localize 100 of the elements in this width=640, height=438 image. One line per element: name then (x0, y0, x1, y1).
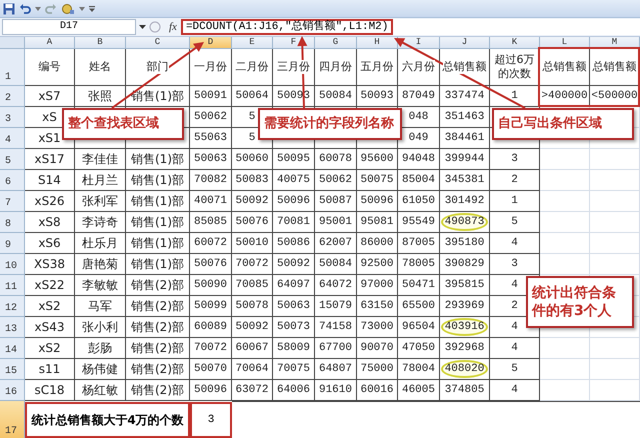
column-header[interactable]: H (357, 37, 398, 49)
tool-icon[interactable] (61, 2, 75, 14)
row-header[interactable]: 10 (0, 254, 25, 275)
table-cell: 403916 (440, 318, 488, 336)
empty-cell (590, 233, 640, 254)
table-cell: 销售(2)部 (131, 382, 184, 398)
column-title: 总销售额 (592, 60, 636, 74)
table-cell: S14 (38, 173, 61, 187)
table-cell: 50070 (194, 363, 227, 375)
table-cell: 74158 (318, 321, 352, 333)
table-cell: 50064 (235, 90, 268, 102)
table-cell: 杜月兰 (82, 172, 118, 188)
table-cell: 67700 (318, 342, 352, 354)
table-cell: 4 (511, 321, 518, 333)
column-header[interactable]: B (75, 37, 126, 49)
table-cell: 73000 (360, 321, 394, 333)
table-cell: 374805 (444, 384, 484, 396)
table-cell: 95600 (360, 153, 394, 165)
table-cell: 3 (511, 153, 518, 165)
table-cell: 5 (248, 111, 256, 123)
table-cell: xS2 (38, 299, 61, 313)
column-header[interactable]: J (440, 37, 490, 49)
table-cell: 64097 (276, 279, 310, 291)
table-cell: 50062 (318, 174, 352, 186)
column-title: 编号 (38, 60, 60, 74)
column-title: 姓名 (89, 60, 111, 74)
row-header[interactable]: 17 (0, 401, 25, 438)
table-cell: 唐艳菊 (82, 256, 118, 272)
column-header[interactable]: C (126, 37, 190, 49)
column-header[interactable]: G (315, 37, 357, 49)
row-header[interactable]: 3 (0, 107, 25, 128)
table-cell: 50093 (360, 90, 394, 102)
table-cell: 70064 (235, 363, 268, 375)
table-cell: 50060 (235, 153, 268, 165)
table-cell: 5 (511, 216, 518, 228)
table-cell: 64006 (276, 384, 310, 396)
table-cell: 70082 (194, 174, 227, 186)
table-cell: 李诗奇 (82, 214, 118, 230)
name-box[interactable]: D17 (2, 19, 136, 35)
table-cell: 50078 (235, 300, 268, 312)
table-cell: 50076 (235, 216, 268, 228)
table-cell: 90070 (360, 342, 394, 354)
row-header[interactable]: 16 (0, 380, 25, 401)
row-header[interactable]: 15 (0, 359, 25, 380)
table-cell: 96504 (402, 321, 435, 333)
column-header[interactable]: D (190, 37, 232, 49)
column-header[interactable]: K (490, 37, 540, 49)
empty-cell (590, 254, 640, 275)
table-cell: 55063 (194, 132, 227, 144)
column-title: 总销售额 (542, 60, 586, 74)
table-cell: 337474 (444, 90, 484, 102)
table-cell: 70075 (276, 363, 310, 375)
row-header[interactable]: 4 (0, 128, 25, 149)
save-icon[interactable] (3, 2, 15, 14)
row-header[interactable]: 14 (0, 338, 25, 359)
table-cell: 销售(2)部 (131, 276, 184, 294)
table-cell: 78005 (402, 258, 435, 270)
table-cell: 50073 (276, 321, 310, 333)
empty-cell (540, 380, 590, 401)
empty-cell (540, 191, 590, 212)
table-cell: 4 (511, 237, 518, 249)
table-cell: xS43 (34, 320, 64, 334)
circle-icon (149, 21, 161, 33)
table-cell: 301492 (444, 195, 484, 207)
column-title: 部门 (146, 60, 168, 74)
row-header[interactable]: 13 (0, 317, 25, 338)
table-cell: 91610 (318, 384, 352, 396)
row-header[interactable]: 2 (0, 86, 25, 107)
row-header[interactable]: 1 (0, 49, 25, 86)
customize-icon[interactable] (89, 6, 95, 12)
column-header[interactable]: A (25, 37, 75, 49)
table-cell: 399944 (444, 153, 484, 165)
insert-function-button[interactable]: fx (169, 21, 177, 33)
empty-cell (540, 254, 590, 275)
caret-icon[interactable] (139, 25, 146, 29)
table-cell: 58009 (276, 342, 310, 354)
table-cell: 392968 (444, 342, 484, 354)
table-cell: 李佳佳 (82, 150, 118, 168)
row-header[interactable]: 6 (0, 170, 25, 191)
summary-value: 3 (190, 402, 232, 438)
table-cell: 63150 (360, 300, 394, 312)
table-cell: 408020 (440, 360, 488, 378)
column-header[interactable]: E (232, 37, 273, 49)
formula-text[interactable]: =DCOUNT(A1:J16,"总销售额",L1:M2) (180, 19, 394, 35)
row-header[interactable]: 9 (0, 233, 25, 254)
column-title: 二月份 (236, 60, 268, 74)
row-header[interactable]: 7 (0, 191, 25, 212)
table-cell: 3 (511, 258, 518, 270)
table-cell: 50063 (194, 153, 227, 165)
row-header[interactable]: 11 (0, 275, 25, 296)
row-header[interactable]: 8 (0, 212, 25, 233)
row-header[interactable]: 12 (0, 296, 25, 317)
table-cell: 4 (511, 342, 518, 354)
redo-icon[interactable] (45, 2, 57, 14)
row-header[interactable]: 5 (0, 149, 25, 170)
column-title: 五月份 (360, 60, 394, 74)
table-cell: 345381 (444, 174, 484, 186)
undo-icon[interactable] (19, 2, 31, 14)
table-cell: 351463 (444, 111, 484, 123)
table-cell: 61050 (402, 195, 435, 207)
